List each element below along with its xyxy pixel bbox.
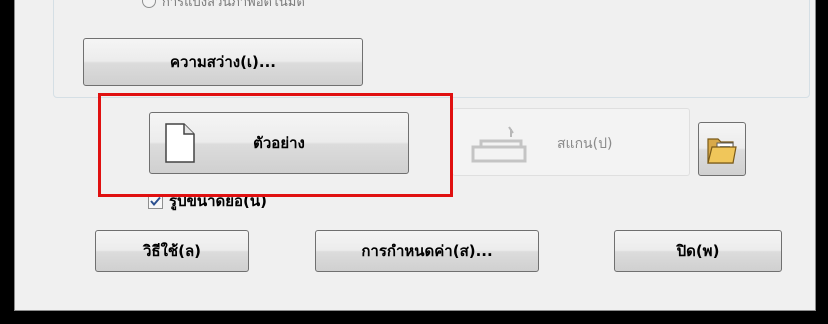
settings-button-label: การกำหนดค่า(ส)...: [361, 242, 493, 260]
help-button-label: วิธีใช้(ล): [143, 242, 201, 260]
close-button[interactable]: ปิด(พ): [614, 230, 782, 272]
settings-button[interactable]: การกำหนดค่า(ส)...: [315, 230, 539, 272]
radio-button[interactable]: [142, 0, 156, 8]
help-button[interactable]: วิธีใช้(ล): [95, 230, 249, 272]
screen-frame: การแบ่งส่วนภาพอัตโนมัติ ความสว่าง(เ)... …: [0, 0, 828, 324]
radio-label: การแบ่งส่วนภาพอัตโนมัติ: [162, 0, 305, 10]
scan-dialog: การแบ่งส่วนภาพอัตโนมัติ ความสว่าง(เ)... …: [14, 0, 816, 311]
auto-segmentation-option[interactable]: การแบ่งส่วนภาพอัตโนมัติ: [142, 0, 305, 15]
preview-highlight-box: [98, 93, 453, 197]
open-folder-button[interactable]: [698, 122, 746, 176]
brightness-button[interactable]: ความสว่าง(เ)...: [83, 38, 363, 86]
scan-button-label: สแกน(ป): [557, 136, 613, 152]
folder-icon: [707, 138, 737, 164]
close-button-label: ปิด(พ): [676, 242, 720, 260]
brightness-button-label: ความสว่าง(เ)...: [169, 53, 277, 71]
scan-button[interactable]: สแกน(ป): [452, 108, 690, 176]
scanner-icon: [471, 126, 527, 163]
